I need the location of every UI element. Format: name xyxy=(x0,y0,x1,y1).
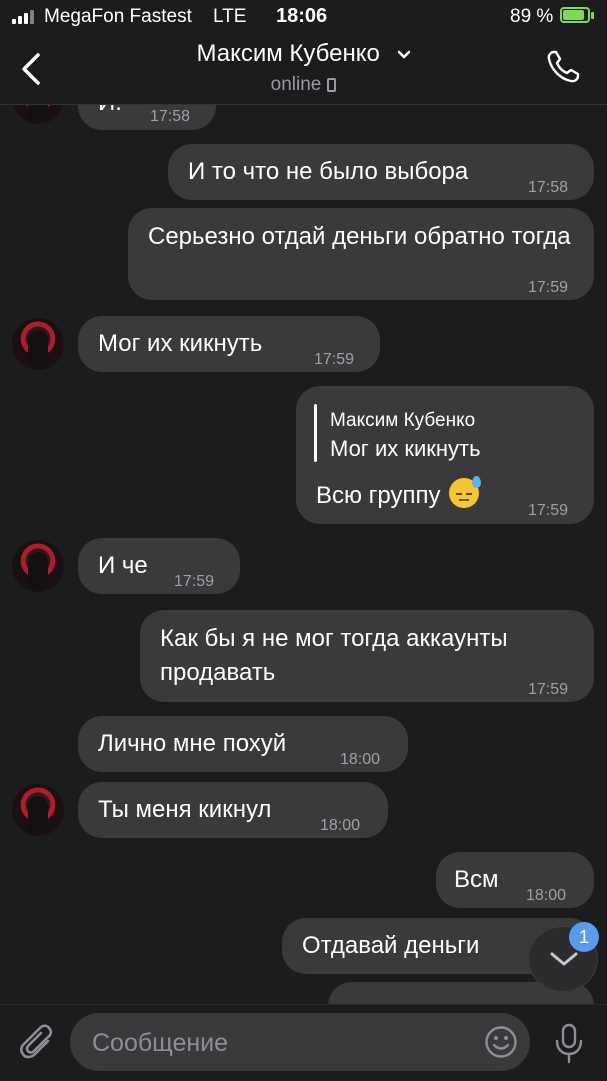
phone-call-icon[interactable] xyxy=(545,49,581,85)
message-input[interactable] xyxy=(90,1013,474,1073)
message-text-content: Всю группу xyxy=(316,482,441,509)
message-list[interactable]: И. 17:58 И то что не было выбора 17:58 С… xyxy=(0,104,607,1004)
message-bubble[interactable]: Серьезно отдай деньги обратно тогда 17:5… xyxy=(128,208,594,300)
signal-strength-icon xyxy=(12,10,38,24)
sticker-smiley-icon[interactable] xyxy=(484,1025,518,1059)
chat-header: Максим Кубенко online xyxy=(0,34,607,105)
message-time: 17:59 xyxy=(174,573,215,590)
contact-avatar[interactable] xyxy=(12,784,64,836)
unread-count-badge: 1 xyxy=(569,922,599,952)
message-bubble[interactable]: Максим Кубенко Мог их кикнуть Всю группу… xyxy=(296,386,594,524)
message-bubble[interactable]: Лично мне похуй 18:00 xyxy=(78,716,408,772)
battery-icon xyxy=(560,7,590,23)
mobile-device-icon xyxy=(327,78,337,92)
message-text: Всм xyxy=(454,866,499,893)
message-time: 17:59 xyxy=(528,681,569,698)
contact-info[interactable]: Максим Кубенко online xyxy=(0,40,607,96)
contact-avatar[interactable] xyxy=(12,104,64,124)
contact-avatar[interactable] xyxy=(12,318,64,370)
paperclip-icon[interactable] xyxy=(20,1023,56,1063)
message-bubble[interactable]: И че 17:59 xyxy=(78,538,240,594)
message-input-field[interactable] xyxy=(70,1013,530,1073)
message-text: Серьезно отдай деньги обратно тогда xyxy=(148,223,571,250)
message-text: Ты меня кикнул xyxy=(98,796,272,823)
message-time: 18:00 xyxy=(340,751,381,768)
message-text: Всю группу xyxy=(316,476,481,513)
status-bar: MegaFon Fastest LTE 18:06 89 % xyxy=(0,0,607,34)
contact-name[interactable]: Максим Кубенко xyxy=(196,40,379,67)
message-text: И. xyxy=(98,104,122,120)
message-text: И то что не было выбора xyxy=(188,158,469,185)
network-type: LTE xyxy=(213,6,247,27)
presence-status: online xyxy=(270,74,322,95)
message-time: 17:58 xyxy=(150,108,191,125)
battery-percent: 89 % xyxy=(510,6,554,27)
composer-bar xyxy=(0,1004,607,1081)
chevron-down-icon[interactable] xyxy=(397,48,411,62)
battery-cap xyxy=(591,12,594,19)
message-time: 17:59 xyxy=(528,502,569,519)
message-bubble[interactable]: Как бы я не мог тогда аккаунты продавать… xyxy=(140,610,594,702)
message-bubble[interactable]: Всм 18:00 xyxy=(436,852,594,908)
message-time: 18:00 xyxy=(526,887,567,904)
downcast-face-with-sweat-emoji-icon xyxy=(448,476,481,508)
clock: 18:06 xyxy=(276,5,328,27)
message-text: И че xyxy=(98,552,148,579)
message-time: 17:59 xyxy=(528,279,569,296)
carrier-name: MegaFon Fastest xyxy=(44,6,192,27)
message-text: Мог их кикнуть xyxy=(98,330,263,357)
microphone-icon[interactable] xyxy=(552,1023,586,1065)
chevron-down-icon xyxy=(550,952,578,966)
reply-text: Мог их кикнуть xyxy=(330,436,481,461)
message-time: 18:00 xyxy=(320,817,361,834)
message-bubble[interactable]: И. 17:58 xyxy=(78,104,216,130)
message-time: 17:59 xyxy=(314,351,355,368)
message-bubble[interactable]: Ты меня кикнул 18:00 xyxy=(78,782,388,838)
message-time: 17:58 xyxy=(528,179,569,196)
message-text: Как бы я не мог тогда аккаунты продавать xyxy=(160,625,508,686)
message-bubble[interactable]: Мог их кикнуть 17:59 xyxy=(78,316,380,372)
message-bubble[interactable]: И то что не было выбора 17:58 xyxy=(168,144,594,200)
contact-avatar[interactable] xyxy=(12,540,64,592)
message-text: Лично мне похуй xyxy=(98,730,287,757)
message-text: Отдавай деньги xyxy=(302,932,480,959)
reply-quote-bar xyxy=(314,404,317,462)
